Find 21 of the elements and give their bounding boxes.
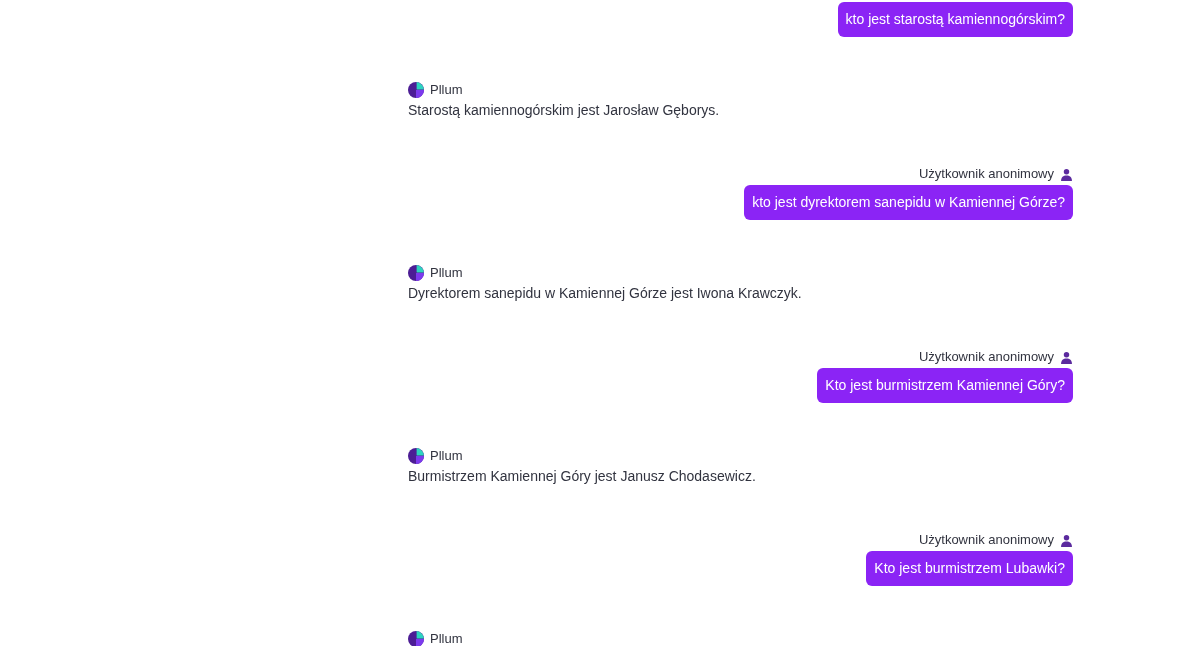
bot-logo-icon bbox=[408, 631, 424, 646]
user-message-bubble: kto jest dyrektorem sanepidu w Kamiennej Górze? bbox=[744, 185, 1073, 220]
author-name: Pllum bbox=[430, 81, 463, 99]
author-name: Użytkownik anonimowy bbox=[918, 531, 1054, 549]
author-name: Pllum bbox=[430, 264, 463, 282]
user-message-bubble: Kto jest burmistrzem Lubawki? bbox=[866, 551, 1073, 586]
author-name: Pllum bbox=[430, 447, 463, 465]
author-name: Użytkownik anonimowy bbox=[918, 165, 1054, 183]
bot-logo-icon bbox=[408, 82, 424, 98]
bot-logo-icon bbox=[408, 265, 424, 281]
bot-logo-icon bbox=[408, 448, 424, 464]
user-icon bbox=[1060, 350, 1073, 364]
user-icon bbox=[1060, 533, 1073, 547]
user-message-bubble: Kto jest burmistrzem Kamiennej Góry? bbox=[817, 368, 1073, 403]
bot-message-text: Starostą kamiennogórskim jest Jarosław Gęborys. bbox=[408, 101, 720, 120]
bot-message-text: Burmistrzem Kamiennej Góry jest Janusz Chodasewicz. bbox=[408, 467, 756, 486]
bot-message-text: Dyrektorem sanepidu w Kamiennej Górze jest Iwona Krawczyk. bbox=[408, 284, 802, 303]
user-message-bubble: kto jest starostą kamiennogórskim? bbox=[837, 2, 1073, 37]
user-icon bbox=[1060, 167, 1073, 181]
author-name: Pllum bbox=[430, 630, 463, 646]
author-name: Użytkownik anonimowy bbox=[918, 348, 1054, 366]
